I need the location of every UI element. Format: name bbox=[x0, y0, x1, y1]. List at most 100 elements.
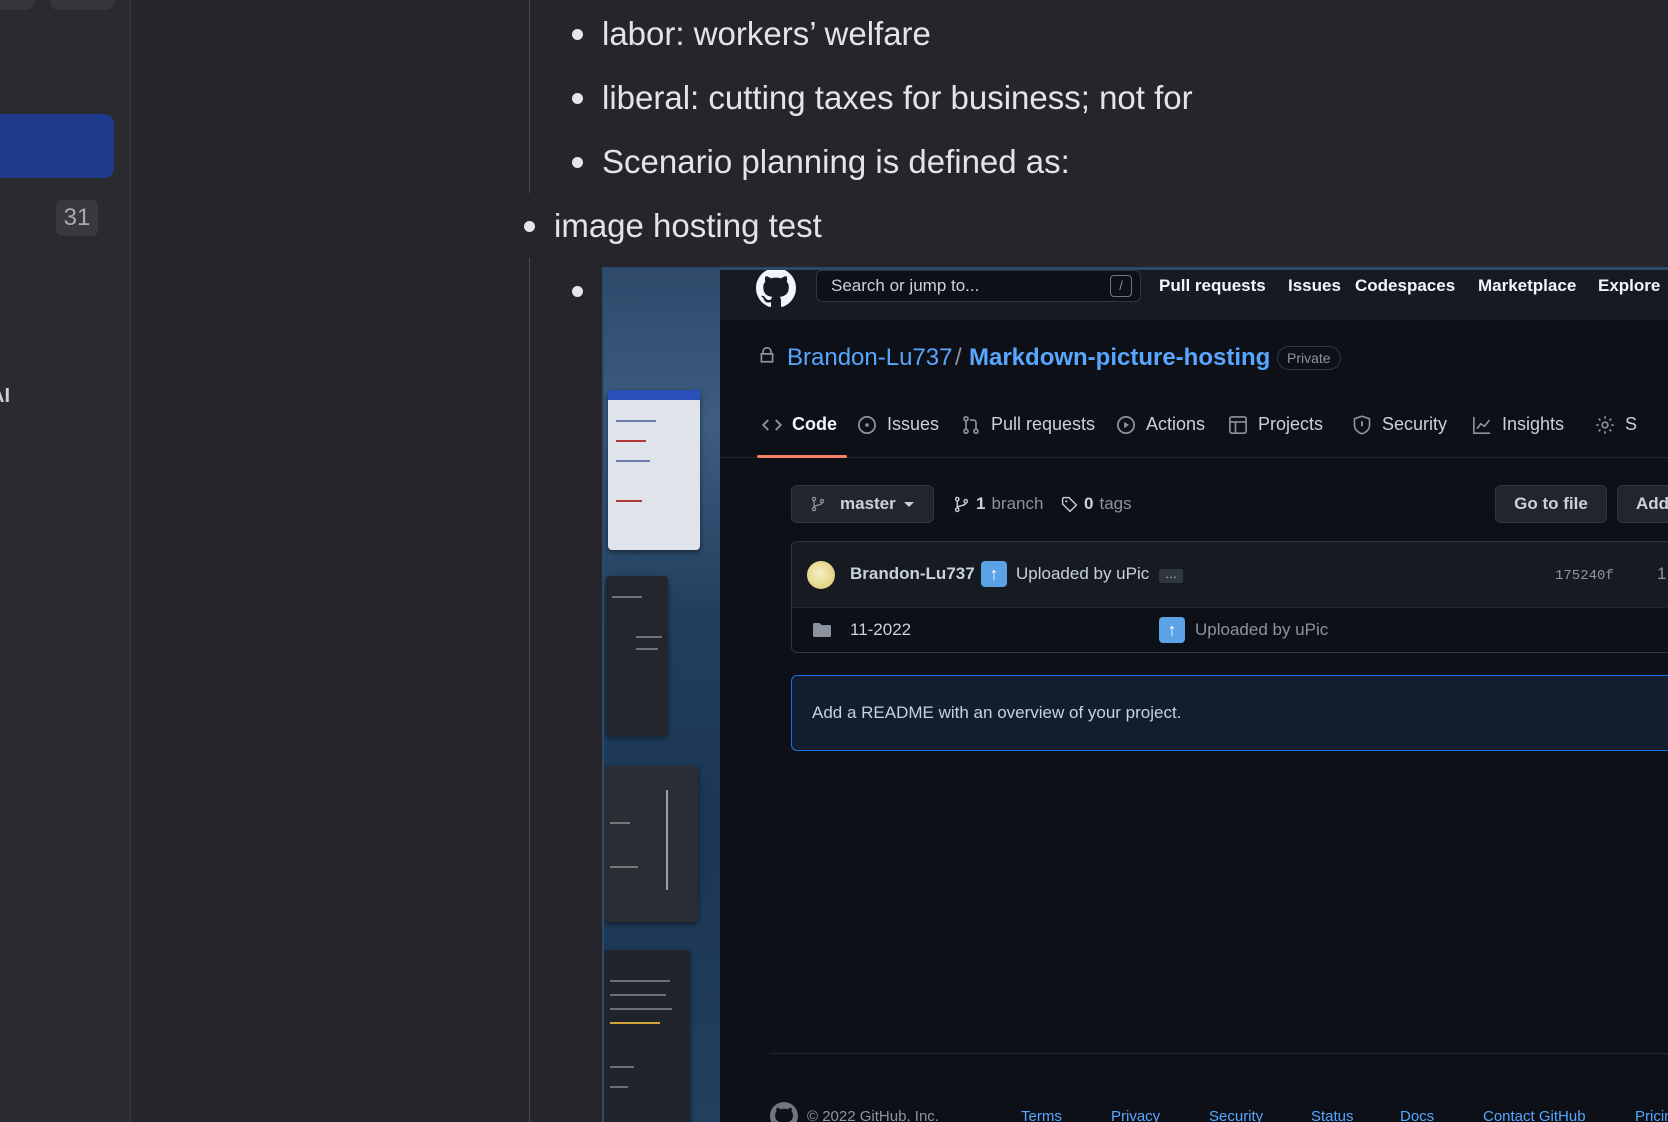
tab-label: Security bbox=[1382, 414, 1448, 434]
nav-explore[interactable]: Explore bbox=[1598, 276, 1660, 296]
github-logo-icon[interactable] bbox=[770, 1102, 798, 1122]
tab-pull-requests[interactable]: Pull requests bbox=[961, 414, 1095, 435]
thumbnail-window-4 bbox=[604, 950, 690, 1122]
footer-link-terms[interactable]: Terms bbox=[1021, 1108, 1062, 1122]
sidebar-top-button-2[interactable] bbox=[50, 0, 114, 10]
commit-author[interactable]: Brandon-Lu737 bbox=[850, 564, 975, 584]
gear-icon bbox=[1596, 415, 1614, 434]
play-icon bbox=[1117, 415, 1135, 434]
footer-link-security[interactable]: Security bbox=[1209, 1108, 1263, 1122]
tab-label: Code bbox=[792, 414, 837, 434]
expand-commit-button[interactable]: … bbox=[1159, 568, 1183, 583]
bullet-dot bbox=[572, 157, 583, 168]
tag-icon bbox=[1061, 496, 1078, 512]
file-commit-message[interactable]: Uploaded by uPic bbox=[1195, 620, 1328, 640]
search-shortcut-key: / bbox=[1110, 275, 1132, 297]
tab-code[interactable]: Code bbox=[762, 414, 837, 435]
bullet-dot bbox=[524, 221, 535, 232]
footer-link-pricing[interactable]: Pricin bbox=[1635, 1108, 1668, 1122]
chevron-down-icon bbox=[904, 502, 914, 507]
tab-label: S bbox=[1625, 414, 1638, 434]
search-placeholder: Search or jump to... bbox=[831, 276, 980, 295]
footer-link-contact[interactable]: Contact GitHub bbox=[1483, 1108, 1586, 1122]
branch-icon bbox=[954, 496, 969, 512]
footer-link-docs[interactable]: Docs bbox=[1400, 1108, 1434, 1122]
footer-link-status[interactable]: Status bbox=[1311, 1108, 1354, 1122]
sidebar-item-active[interactable] bbox=[0, 114, 114, 178]
repo-name-link[interactable]: Markdown-picture-hosting bbox=[969, 344, 1270, 372]
left-sidebar: 31 AI bbox=[0, 0, 131, 1122]
list-item[interactable]: liberal: cutting taxes for business; not… bbox=[602, 79, 1193, 117]
shield-icon bbox=[1353, 414, 1371, 435]
list-item[interactable]: labor: workers’ welfare bbox=[602, 15, 931, 53]
branch-label: branch bbox=[991, 494, 1044, 513]
pull-request-icon bbox=[963, 415, 979, 434]
up-arrow-icon: ↑ bbox=[1159, 617, 1185, 643]
nav-pull-requests[interactable]: Pull requests bbox=[1159, 276, 1266, 296]
branch-name: master bbox=[840, 494, 896, 513]
lock-icon bbox=[760, 346, 774, 363]
visibility-badge: Private bbox=[1277, 346, 1341, 370]
tab-label: Insights bbox=[1502, 414, 1565, 434]
file-list: Brandon-Lu737 ↑ Uploaded by uPic … 17524… bbox=[791, 541, 1668, 653]
tab-settings[interactable]: S bbox=[1595, 414, 1637, 435]
code-icon bbox=[762, 418, 782, 431]
nav-issues[interactable]: Issues bbox=[1288, 276, 1341, 296]
thumbnail-window-3 bbox=[604, 766, 698, 922]
tag-count-link[interactable]: 0 tags bbox=[1061, 494, 1132, 514]
sidebar-count-badge: 31 bbox=[56, 200, 98, 236]
add-file-button[interactable]: Add bbox=[1617, 485, 1668, 523]
tab-security[interactable]: Security bbox=[1352, 414, 1447, 435]
commit-sha[interactable]: 175240f bbox=[1555, 568, 1614, 584]
tab-actions[interactable]: Actions bbox=[1116, 414, 1205, 435]
branch-icon bbox=[811, 496, 825, 512]
nav-marketplace[interactable]: Marketplace bbox=[1478, 276, 1576, 296]
tab-issues[interactable]: Issues bbox=[857, 414, 939, 435]
commit-time: 1 min bbox=[1657, 564, 1668, 583]
issue-icon bbox=[858, 415, 876, 434]
repo-separator: / bbox=[955, 344, 962, 371]
bullet-dot bbox=[572, 93, 583, 104]
bullet-dot bbox=[572, 29, 583, 40]
repo-owner-link[interactable]: Brandon-Lu737 bbox=[787, 344, 952, 372]
latest-commit-bar: Brandon-Lu737 ↑ Uploaded by uPic … 17524… bbox=[792, 542, 1668, 608]
outline-guide-line-2 bbox=[529, 258, 530, 1122]
avatar[interactable] bbox=[807, 561, 835, 589]
tab-label: Actions bbox=[1146, 414, 1206, 434]
footer-copyright: © 2022 GitHub, Inc. bbox=[807, 1108, 939, 1122]
tab-label: Pull requests bbox=[991, 414, 1096, 434]
bullet-dot bbox=[572, 286, 583, 297]
search-input[interactable]: Search or jump to... / bbox=[816, 270, 1141, 302]
repo-tabs: Code Issues Pull requests Actions Projec… bbox=[720, 402, 1668, 458]
list-item[interactable]: image hosting test bbox=[554, 207, 822, 245]
table-icon bbox=[1229, 415, 1247, 434]
commit-message[interactable]: Uploaded by uPic bbox=[1016, 564, 1149, 584]
embedded-screenshot-image[interactable]: Search or jump to... / Pull requests Iss… bbox=[602, 267, 1668, 1122]
desktop-wallpaper bbox=[604, 270, 720, 1122]
go-to-file-button[interactable]: Go to file bbox=[1495, 485, 1607, 523]
thumbnail-window-2 bbox=[606, 576, 668, 736]
github-logo-icon[interactable] bbox=[756, 268, 796, 308]
tab-label: Issues bbox=[887, 414, 940, 434]
github-header: Search or jump to... / Pull requests Iss… bbox=[720, 270, 1668, 320]
tab-insights[interactable]: Insights bbox=[1472, 414, 1564, 435]
branch-count: 1 bbox=[976, 494, 986, 513]
footer-link-privacy[interactable]: Privacy bbox=[1111, 1108, 1160, 1122]
nav-codespaces[interactable]: Codespaces bbox=[1355, 276, 1455, 296]
branch-count-link[interactable]: 1 branch bbox=[953, 494, 1043, 514]
active-tab-indicator bbox=[757, 455, 847, 458]
branch-select-button[interactable]: master bbox=[791, 485, 934, 523]
footer-divider bbox=[770, 1053, 1668, 1054]
tag-count: 0 bbox=[1084, 494, 1094, 513]
thumbnail-window bbox=[608, 390, 700, 550]
up-arrow-icon: ↑ bbox=[981, 561, 1007, 587]
tab-label: Projects bbox=[1258, 414, 1324, 434]
graph-icon bbox=[1473, 416, 1491, 434]
sidebar-truncated-label: AI bbox=[0, 385, 10, 407]
tab-projects[interactable]: Projects bbox=[1228, 414, 1323, 435]
list-item[interactable]: Scenario planning is defined as: bbox=[602, 143, 1070, 181]
readme-prompt: Add a README with an overview of your pr… bbox=[791, 675, 1668, 751]
folder-icon bbox=[813, 623, 831, 637]
sidebar-top-button[interactable] bbox=[0, 0, 34, 10]
file-name[interactable]: 11-2022 bbox=[850, 620, 911, 640]
